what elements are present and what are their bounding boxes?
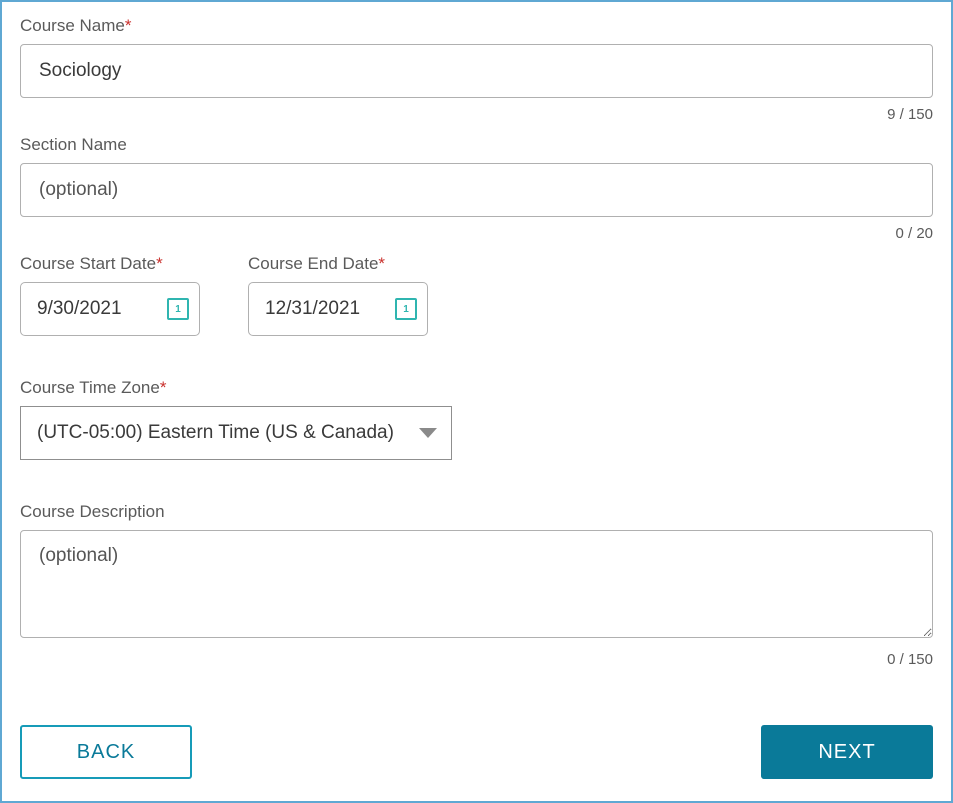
button-row: BACK NEXT xyxy=(20,725,933,779)
description-counter: 0 / 150 xyxy=(20,651,933,668)
calendar-icon[interactable] xyxy=(167,298,189,320)
required-asterisk: * xyxy=(160,378,167,397)
course-form: Course Name* 9 / 150 Section Name 0 / 20… xyxy=(0,0,953,803)
course-name-counter: 9 / 150 xyxy=(20,106,933,123)
start-date-label: Course Start Date* xyxy=(20,254,200,274)
description-label: Course Description xyxy=(20,502,933,522)
required-asterisk: * xyxy=(156,254,163,273)
date-row: Course Start Date* 9/30/2021 Course End … xyxy=(20,254,933,336)
section-name-group: Section Name 0 / 20 xyxy=(20,135,933,242)
start-date-label-text: Course Start Date xyxy=(20,254,156,273)
end-date-label-text: Course End Date xyxy=(248,254,378,273)
section-name-label: Section Name xyxy=(20,135,933,155)
timezone-label-text: Course Time Zone xyxy=(20,378,160,397)
course-name-label-text: Course Name xyxy=(20,16,125,35)
course-name-label: Course Name* xyxy=(20,16,933,36)
next-button[interactable]: NEXT xyxy=(761,725,933,779)
course-name-group: Course Name* 9 / 150 xyxy=(20,16,933,123)
section-name-input[interactable] xyxy=(20,163,933,217)
timezone-label: Course Time Zone* xyxy=(20,378,933,398)
end-date-input[interactable]: 12/31/2021 xyxy=(248,282,428,336)
description-group: Course Description 0 / 150 xyxy=(20,502,933,668)
description-textarea[interactable] xyxy=(20,530,933,638)
chevron-down-icon xyxy=(419,428,437,438)
required-asterisk: * xyxy=(378,254,385,273)
calendar-icon[interactable] xyxy=(395,298,417,320)
end-date-value: 12/31/2021 xyxy=(265,298,360,320)
start-date-input[interactable]: 9/30/2021 xyxy=(20,282,200,336)
start-date-group: Course Start Date* 9/30/2021 xyxy=(20,254,200,336)
start-date-value: 9/30/2021 xyxy=(37,298,122,320)
course-name-input[interactable] xyxy=(20,44,933,98)
end-date-label: Course End Date* xyxy=(248,254,428,274)
required-asterisk: * xyxy=(125,16,132,35)
section-name-counter: 0 / 20 xyxy=(20,225,933,242)
timezone-group: Course Time Zone* (UTC-05:00) Eastern Ti… xyxy=(20,378,933,460)
timezone-select[interactable]: (UTC-05:00) Eastern Time (US & Canada) xyxy=(20,406,452,460)
end-date-group: Course End Date* 12/31/2021 xyxy=(248,254,428,336)
timezone-selected-value: (UTC-05:00) Eastern Time (US & Canada) xyxy=(37,422,394,444)
back-button[interactable]: BACK xyxy=(20,725,192,779)
